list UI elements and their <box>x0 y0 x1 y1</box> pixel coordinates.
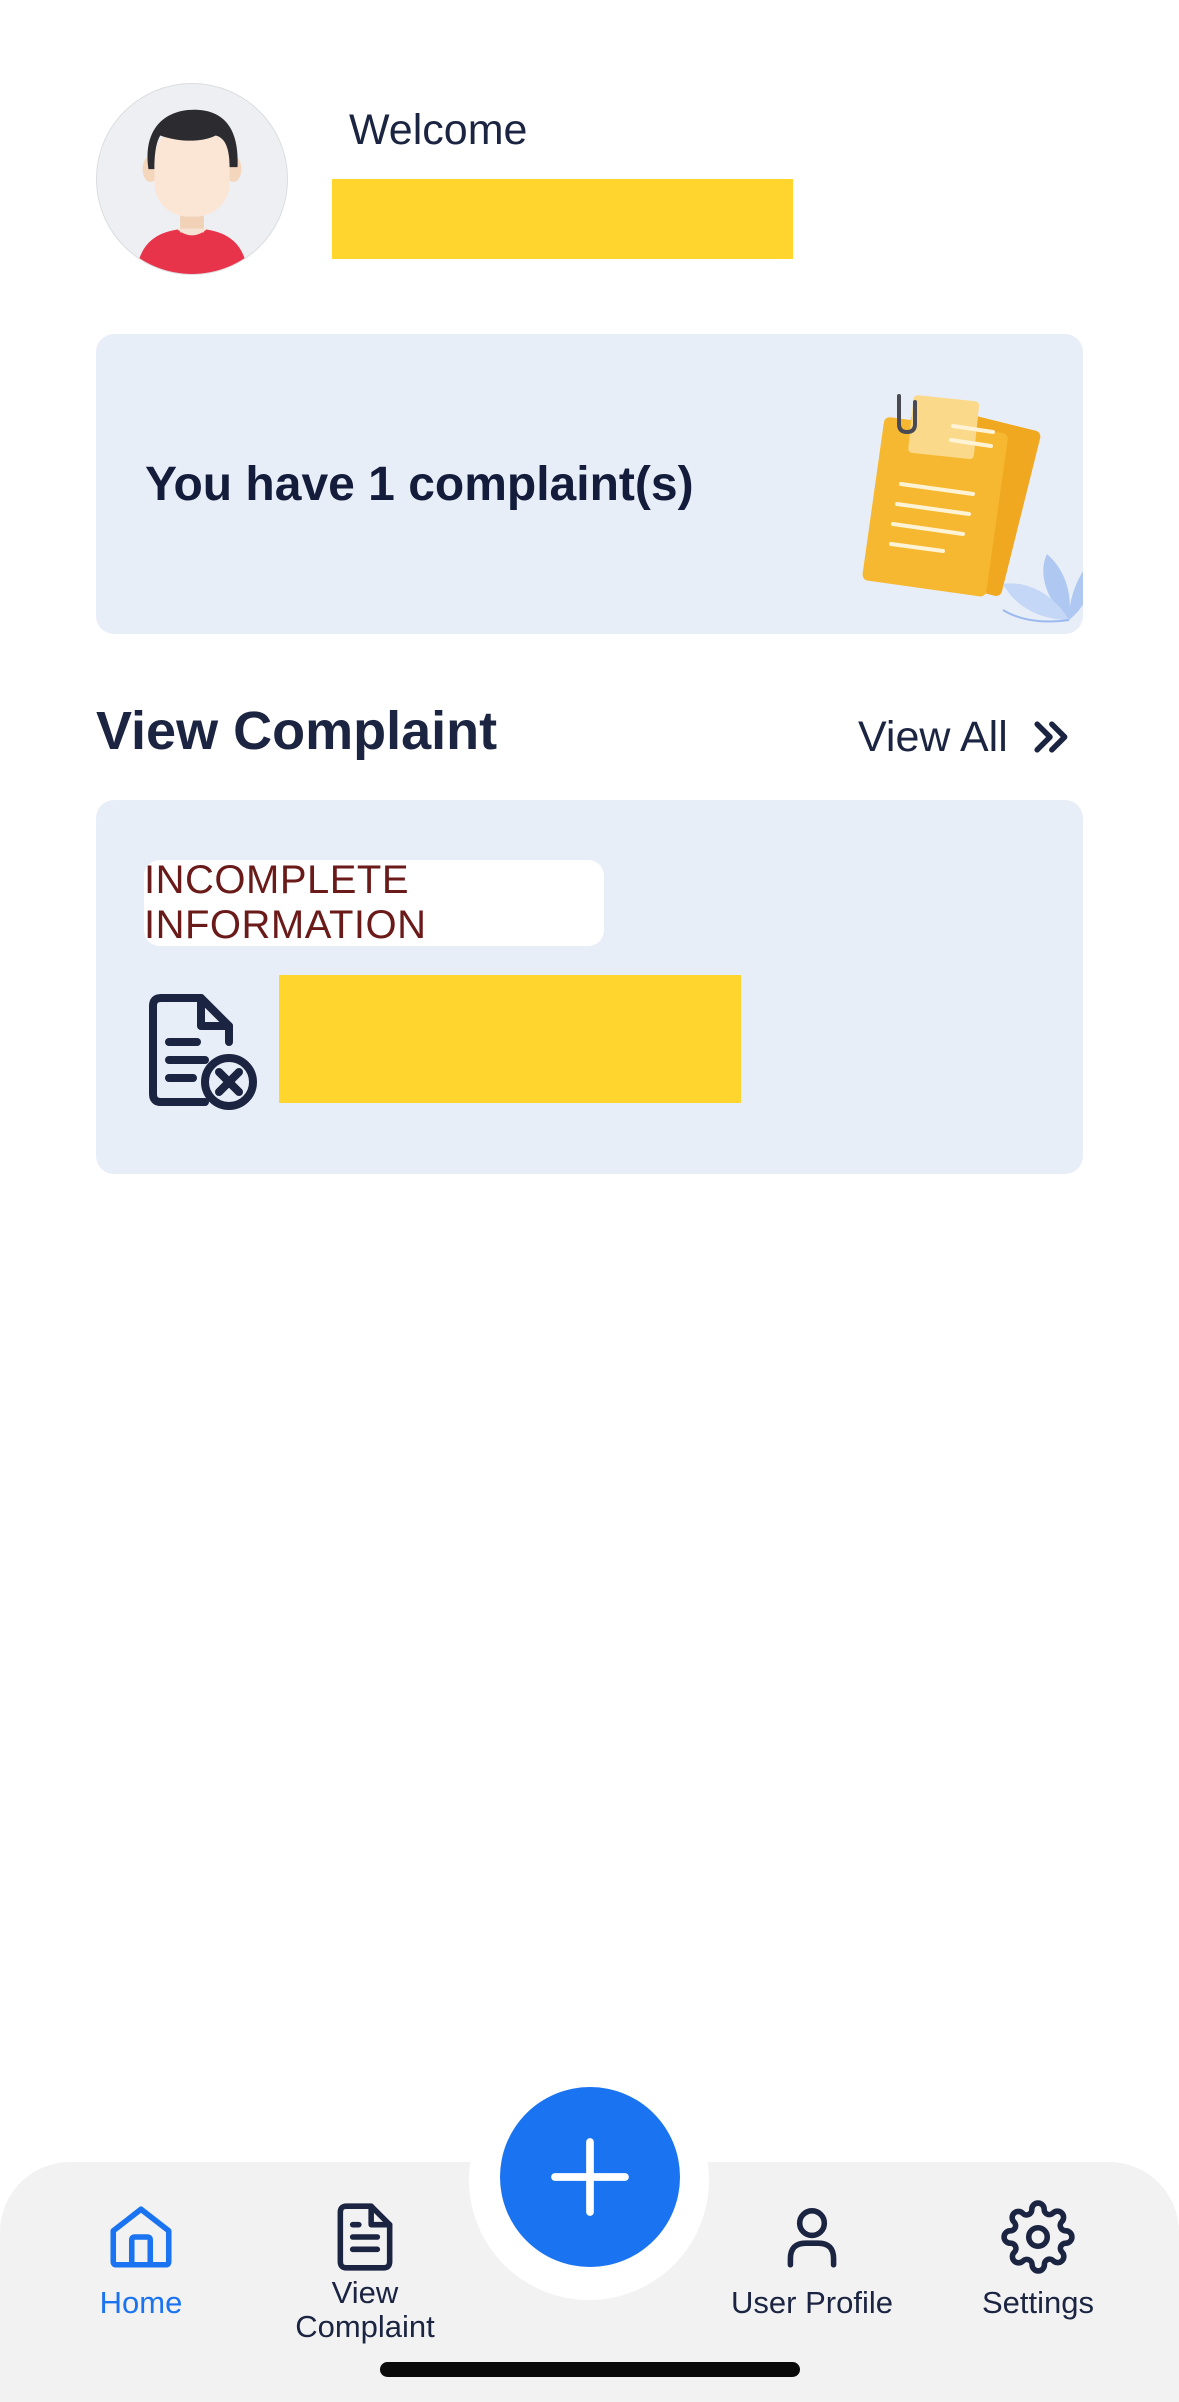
complaint-count-text: You have 1 complaint(s) <box>145 457 694 511</box>
user-avatar-icon <box>97 84 287 274</box>
user-name-redacted <box>332 179 793 259</box>
complaint-card[interactable]: INCOMPLETE INFORMATION <box>96 800 1083 1174</box>
avatar[interactable] <box>96 83 288 275</box>
section-title-view-complaint: View Complaint <box>96 701 498 761</box>
status-badge: INCOMPLETE INFORMATION <box>144 858 604 947</box>
home-indicator[interactable] <box>380 2362 800 2377</box>
documents-illustration <box>862 394 1083 623</box>
gear-icon <box>1001 2200 1075 2274</box>
nav-item-home[interactable]: Home <box>80 2200 202 2320</box>
nav-item-view-complaint[interactable]: View Complaint <box>270 2200 460 2344</box>
nav-label-settings: Settings <box>981 2285 1094 2320</box>
file-text-icon <box>337 2203 393 2271</box>
nav-label-home: Home <box>99 2285 183 2320</box>
add-complaint-button[interactable] <box>500 2087 680 2267</box>
home-icon <box>110 2206 172 2268</box>
user-icon <box>787 2208 837 2268</box>
file-x-icon <box>149 994 257 1110</box>
complaint-summary-card: You have 1 complaint(s) <box>96 334 1083 634</box>
nav-label-view-complaint: View Complaint <box>295 2275 435 2344</box>
nav-item-settings[interactable]: Settings <box>958 2200 1118 2320</box>
view-all-link[interactable]: View All <box>858 707 1072 767</box>
welcome-greeting: Welcome <box>349 106 528 154</box>
complaint-title-redacted <box>279 975 741 1103</box>
plus-icon <box>551 2138 629 2216</box>
nav-item-user-profile[interactable]: User Profile <box>712 2200 912 2320</box>
nav-label-user-profile: User Profile <box>731 2285 893 2320</box>
chevrons-right-icon <box>1034 721 1068 753</box>
view-all-label: View All <box>858 712 1008 761</box>
